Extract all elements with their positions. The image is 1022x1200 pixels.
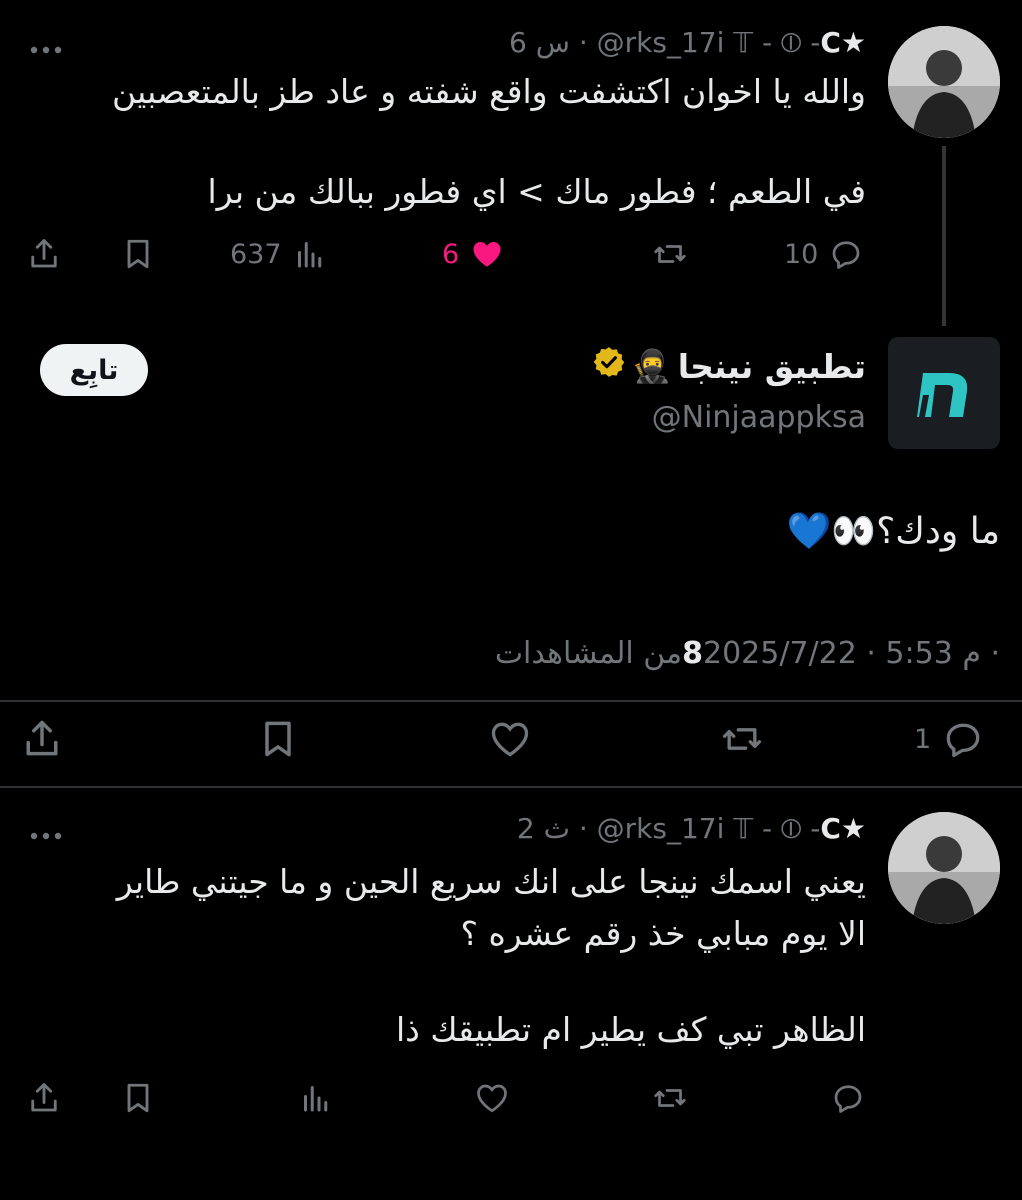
main-meta: من المشاهدات 8 2025/7/22 · 5:53 م · <box>495 636 1000 671</box>
reply1-display-name[interactable]: C★ <box>820 26 866 59</box>
divider <box>0 786 1022 788</box>
reply1-like-button[interactable]: 6 <box>442 236 505 272</box>
follow-button[interactable]: تابِع <box>40 344 148 396</box>
share-icon <box>26 236 62 272</box>
main-retweet-button[interactable] <box>720 717 764 761</box>
reply1-views-button[interactable]: 637 <box>230 236 328 272</box>
reply2-handle-time: 2 ث · @rks_17i 𝕋 - ⦶ - <box>516 812 821 845</box>
reply1-bookmark-button[interactable] <box>120 236 156 272</box>
reply1-like-count: 6 <box>442 238 460 270</box>
reply-icon <box>941 717 985 761</box>
reply1-handle-time: 6 س · @rks_17i 𝕋 - ⦶ - <box>509 26 821 59</box>
reply2-display-name[interactable]: C★ <box>820 812 866 845</box>
like-icon-filled <box>469 236 505 272</box>
ninja-emoji: 🥷 <box>631 347 672 385</box>
reply2-like-button[interactable] <box>474 1080 510 1116</box>
thread-line <box>942 146 946 326</box>
reply1-reply-button[interactable]: 10 <box>784 236 864 272</box>
views-icon <box>298 1080 334 1116</box>
reply2-share-button[interactable] <box>26 1080 62 1116</box>
main-views-label: من المشاهدات <box>494 636 683 671</box>
reply1-text-line2: في الطعم ؛ فطور ماك > اي فطور ببالك من ب… <box>207 172 866 211</box>
reply1-avatar[interactable] <box>888 26 1000 138</box>
reply2-text-line3: الظاهر تبي كف يطير ام تطبيقك ذا <box>396 1010 866 1049</box>
views-icon <box>292 236 328 272</box>
reply1-share-button[interactable] <box>26 236 62 272</box>
reply1-reply-count: 10 <box>784 238 819 270</box>
main-handle[interactable]: @Ninjaappksa <box>652 400 866 435</box>
share-icon <box>20 717 64 761</box>
reply2-text-line1: يعني اسمك نينجا على انك سريع الحين و ما … <box>116 862 866 901</box>
avatar-photo-icon <box>888 812 1000 924</box>
reply2-avatar[interactable] <box>888 812 1000 924</box>
like-icon <box>488 717 532 761</box>
reply2-header: 2 ث · @rks_17i 𝕋 - ⦶ - C★ <box>517 812 866 846</box>
main-reply-button[interactable]: 1 <box>914 717 985 761</box>
reply2-text-line2: الا يوم مبابي خذ رقم عشره ؟ <box>460 914 866 953</box>
main-tweet-text: ما ودك؟👀💙 <box>786 511 1000 552</box>
reply1-header: 6 س · @rks_17i 𝕋 - ⦶ - C★ <box>509 26 866 60</box>
main-display-name[interactable]: تطبيق نينجا <box>678 347 866 386</box>
ninja-app-avatar[interactable] <box>888 337 1000 449</box>
retweet-icon <box>720 717 764 761</box>
reply2-bookmark-button[interactable] <box>120 1080 156 1116</box>
bookmark-icon <box>120 1080 156 1116</box>
reply2-reply-button[interactable] <box>830 1080 866 1116</box>
reply1-views-count: 637 <box>230 238 282 270</box>
main-timestamp[interactable]: 2025/7/22 · 5:53 م · <box>703 636 1000 671</box>
reply2-retweet-button[interactable] <box>652 1080 688 1116</box>
bookmark-icon <box>256 717 300 761</box>
main-views-count: 8 <box>682 636 703 671</box>
more-icon[interactable] <box>30 826 62 845</box>
more-icon[interactable] <box>30 40 62 59</box>
retweet-icon <box>652 236 688 272</box>
main-like-button[interactable] <box>488 717 532 761</box>
main-name-row: تطبيق نينجا 🥷 <box>592 345 866 387</box>
verified-icon <box>592 345 626 387</box>
bookmark-icon <box>120 236 156 272</box>
divider <box>0 700 1022 702</box>
reply1-text-line1: والله يا اخوان اكتشفت واقع شفته و عاد طز… <box>111 72 866 111</box>
main-reply-count: 1 <box>914 723 932 755</box>
avatar-photo-icon <box>888 26 1000 138</box>
share-icon <box>26 1080 62 1116</box>
retweet-icon <box>652 1080 688 1116</box>
reply2-views-button[interactable] <box>298 1080 334 1116</box>
main-share-button[interactable] <box>20 717 64 761</box>
like-icon <box>474 1080 510 1116</box>
main-bookmark-button[interactable] <box>256 717 300 761</box>
reply-icon <box>828 236 864 272</box>
reply1-retweet-button[interactable] <box>652 236 688 272</box>
ninja-logo-icon <box>917 373 968 417</box>
reply-icon <box>830 1080 866 1116</box>
